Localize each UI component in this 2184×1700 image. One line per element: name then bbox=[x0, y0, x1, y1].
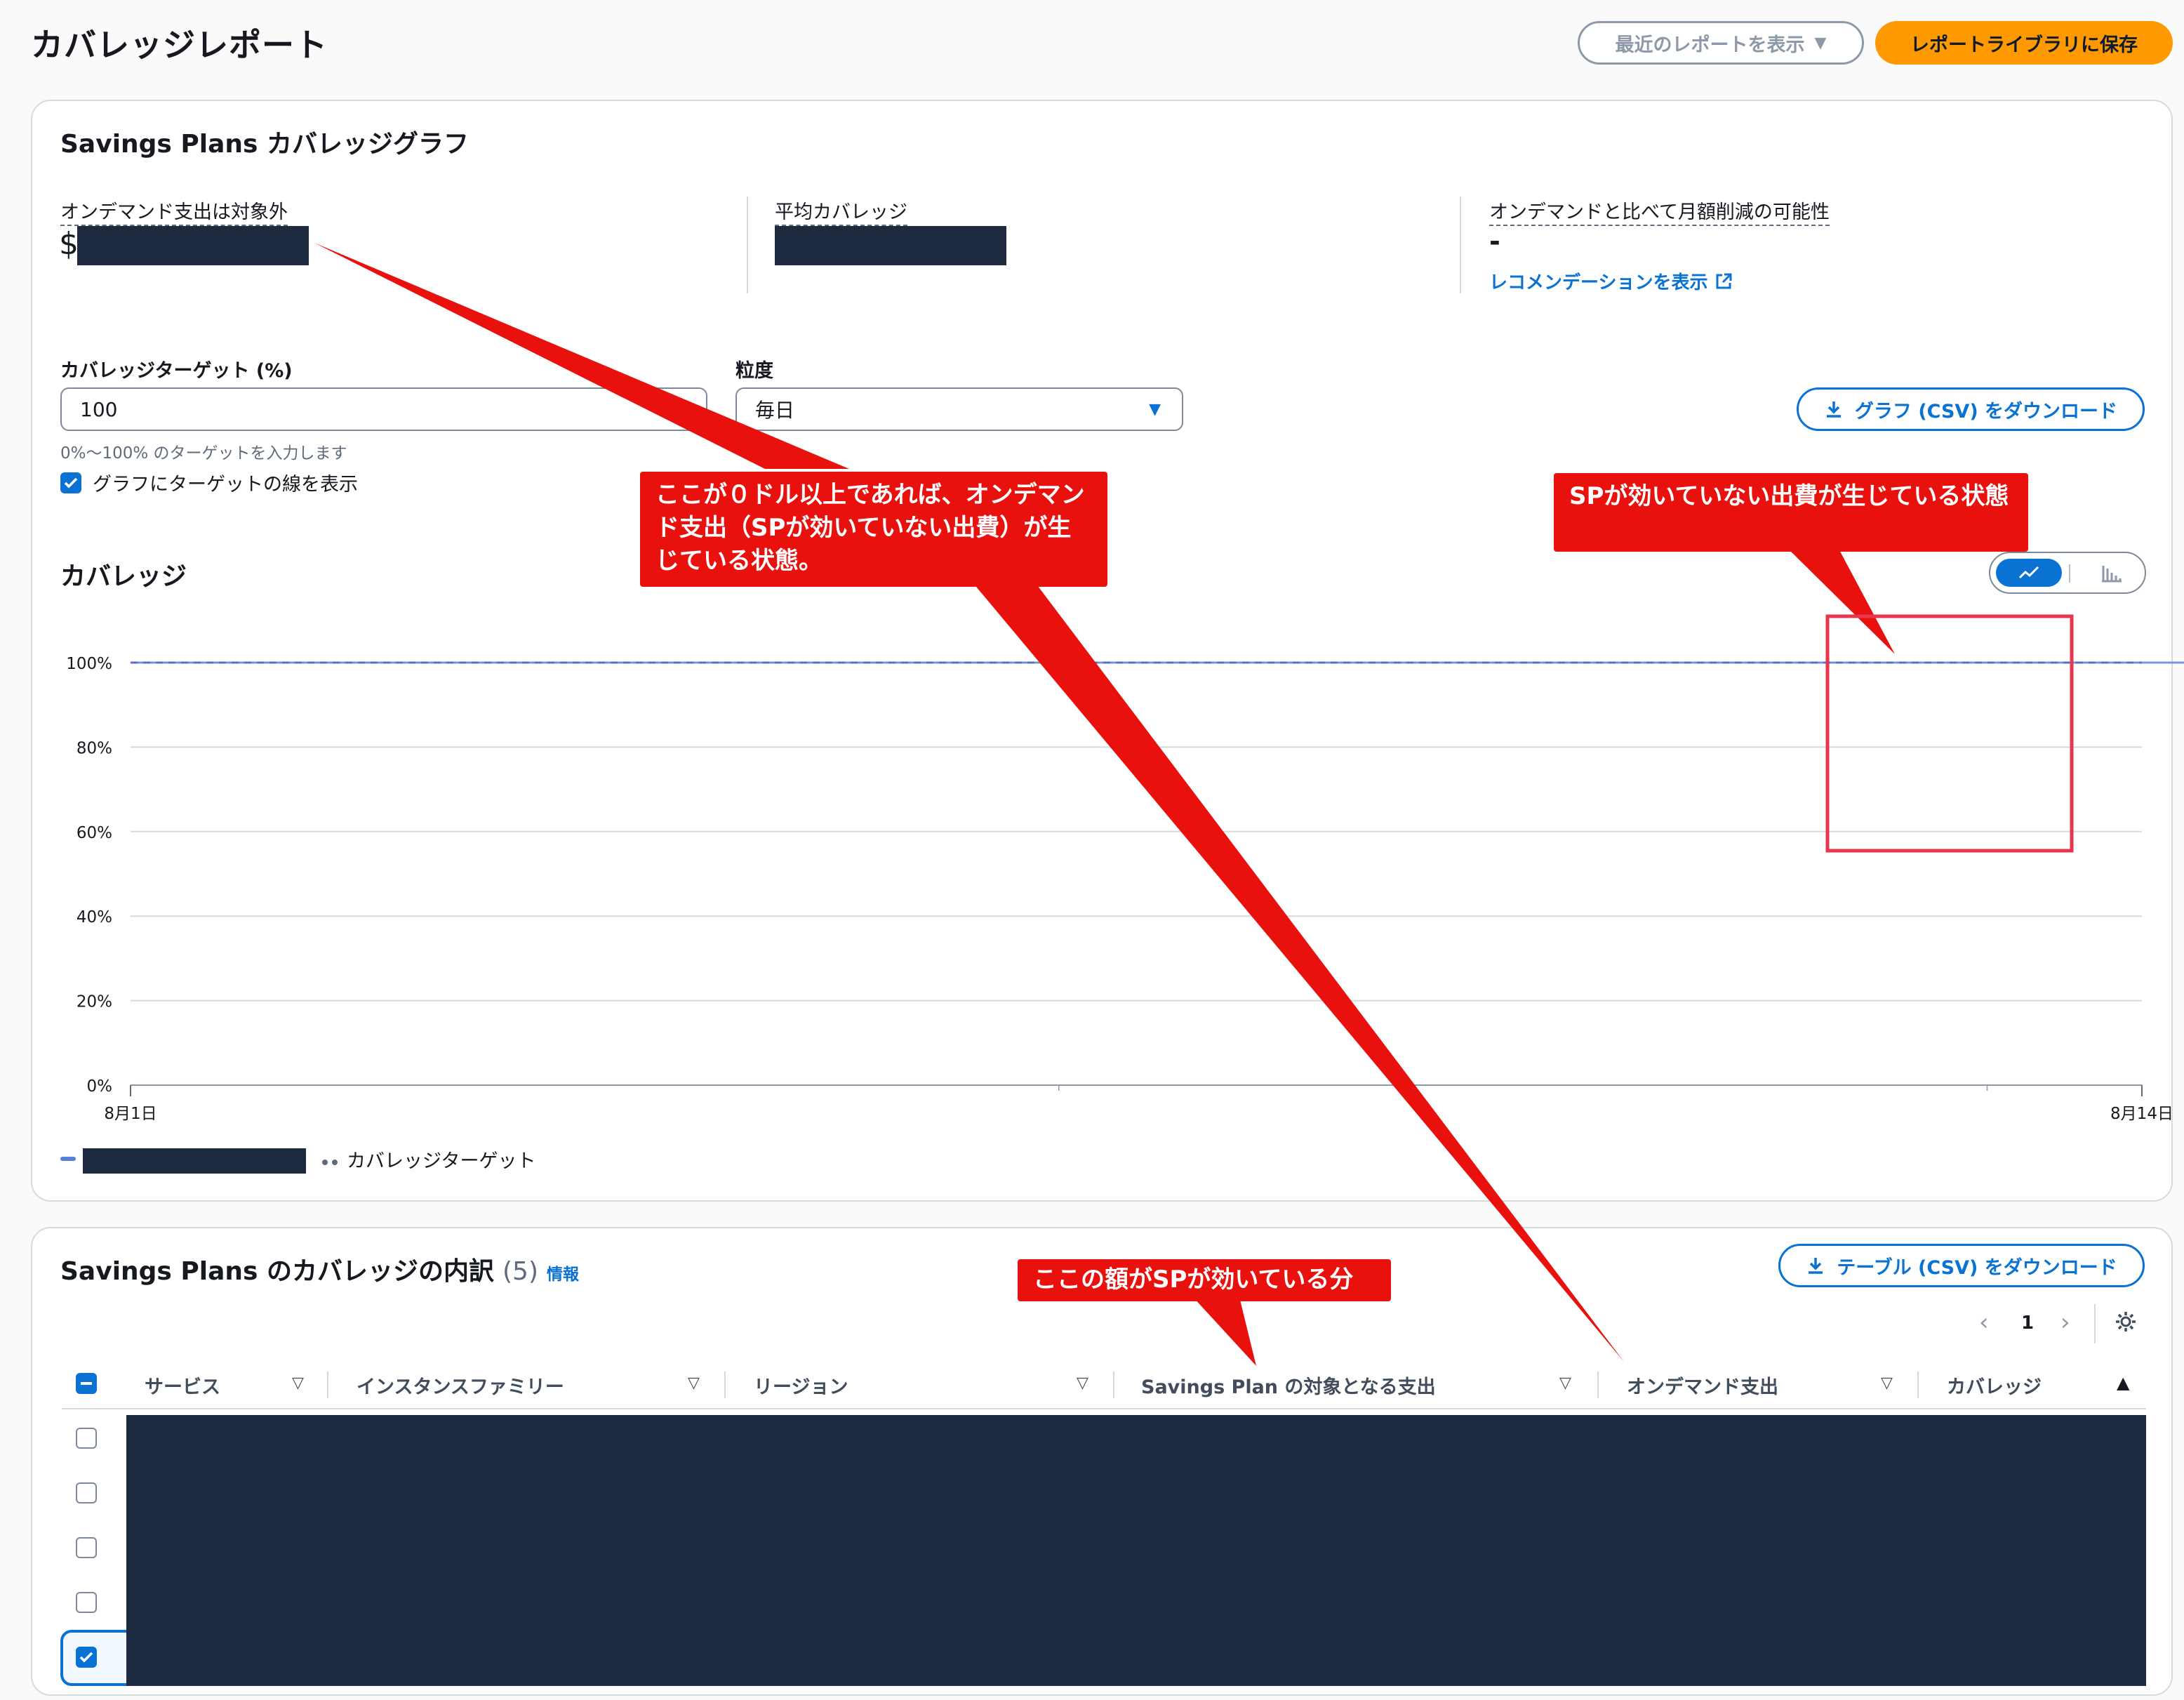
row-checkbox[interactable] bbox=[76, 1482, 97, 1503]
sort-icon[interactable]: ▽ bbox=[1559, 1374, 1571, 1392]
y-tick-label: 0% bbox=[87, 1077, 113, 1096]
redacted-table-rows bbox=[126, 1415, 2146, 1686]
callout-ondemand-explanation: ここが０ドル以上であれば、オンデマンド支出（SPが効いていない出費）が生じている… bbox=[640, 472, 1107, 587]
column-divider[interactable] bbox=[1917, 1372, 1919, 1398]
column-coverage[interactable]: カバレッジ bbox=[1947, 1372, 2042, 1399]
column-divider[interactable] bbox=[1597, 1372, 1599, 1398]
x-tick-label: 8月14日 bbox=[2110, 1105, 2173, 1123]
callout-covered-spend: ここの額がSPが効いている分 bbox=[1018, 1259, 1391, 1301]
row-checkbox[interactable] bbox=[76, 1647, 97, 1668]
download-table-csv-button[interactable]: テーブル (CSV) をダウンロード bbox=[1778, 1244, 2145, 1287]
column-instance-family[interactable]: インスタンスファミリー bbox=[357, 1372, 564, 1399]
y-tick-label: 80% bbox=[76, 739, 112, 757]
row-checkbox[interactable] bbox=[76, 1537, 97, 1558]
sort-icon[interactable]: ▽ bbox=[688, 1374, 700, 1392]
prev-page-icon[interactable]: ‹ bbox=[1979, 1308, 1989, 1336]
pagination-divider bbox=[2094, 1304, 2096, 1343]
column-service[interactable]: サービス bbox=[145, 1372, 220, 1399]
x-tick-label: 8月1日 bbox=[104, 1105, 157, 1123]
sort-icon[interactable]: ▽ bbox=[292, 1374, 304, 1392]
legend-series-swatch bbox=[60, 1157, 76, 1161]
column-region[interactable]: リージョン bbox=[754, 1372, 848, 1399]
info-link[interactable]: 情報 bbox=[547, 1261, 579, 1284]
column-ondemand-spend[interactable]: オンデマンド支出 bbox=[1627, 1372, 1778, 1399]
indeterminate-icon bbox=[81, 1382, 92, 1385]
checkmark-icon bbox=[79, 1652, 93, 1663]
legend-target-swatch bbox=[321, 1155, 340, 1165]
download-icon bbox=[1809, 1258, 1823, 1274]
page-number[interactable]: 1 bbox=[2021, 1313, 2034, 1334]
next-page-icon[interactable]: › bbox=[2060, 1308, 2070, 1336]
column-divider[interactable] bbox=[724, 1372, 726, 1398]
row-checkbox[interactable] bbox=[76, 1428, 97, 1449]
breakdown-header: Savings Plans のカバレッジの内訳 (5) 情報 bbox=[60, 1251, 579, 1287]
y-tick-label: 100% bbox=[66, 655, 112, 673]
download-table-label: テーブル (CSV) をダウンロード bbox=[1837, 1256, 2117, 1279]
column-divider[interactable] bbox=[327, 1372, 328, 1398]
table-header-divider bbox=[62, 1408, 2146, 1409]
column-divider[interactable] bbox=[1113, 1372, 1114, 1398]
legend-target-label: カバレッジターゲット bbox=[347, 1150, 536, 1172]
row-checkbox[interactable] bbox=[76, 1592, 97, 1613]
settings-gear-icon[interactable] bbox=[2114, 1310, 2138, 1334]
sort-icon[interactable]: ▽ bbox=[1077, 1374, 1088, 1392]
y-tick-label: 40% bbox=[76, 908, 112, 927]
y-tick-label: 60% bbox=[76, 824, 112, 842]
select-all-checkbox[interactable] bbox=[76, 1373, 97, 1394]
redacted-series-name bbox=[83, 1148, 306, 1174]
sort-ascending-icon[interactable]: ▲ bbox=[2117, 1373, 2129, 1393]
breakdown-count: (5) bbox=[502, 1257, 538, 1286]
column-sp-eligible-spend[interactable]: Savings Plan の対象となる支出 bbox=[1141, 1372, 1436, 1399]
breakdown-title: Savings Plans のカバレッジの内訳 bbox=[60, 1257, 494, 1286]
callout-uncovered-spend: SPが効いていない出費が生じている状態 bbox=[1554, 473, 2028, 552]
y-tick-label: 20% bbox=[76, 993, 112, 1011]
sort-icon[interactable]: ▽ bbox=[1881, 1374, 1893, 1392]
